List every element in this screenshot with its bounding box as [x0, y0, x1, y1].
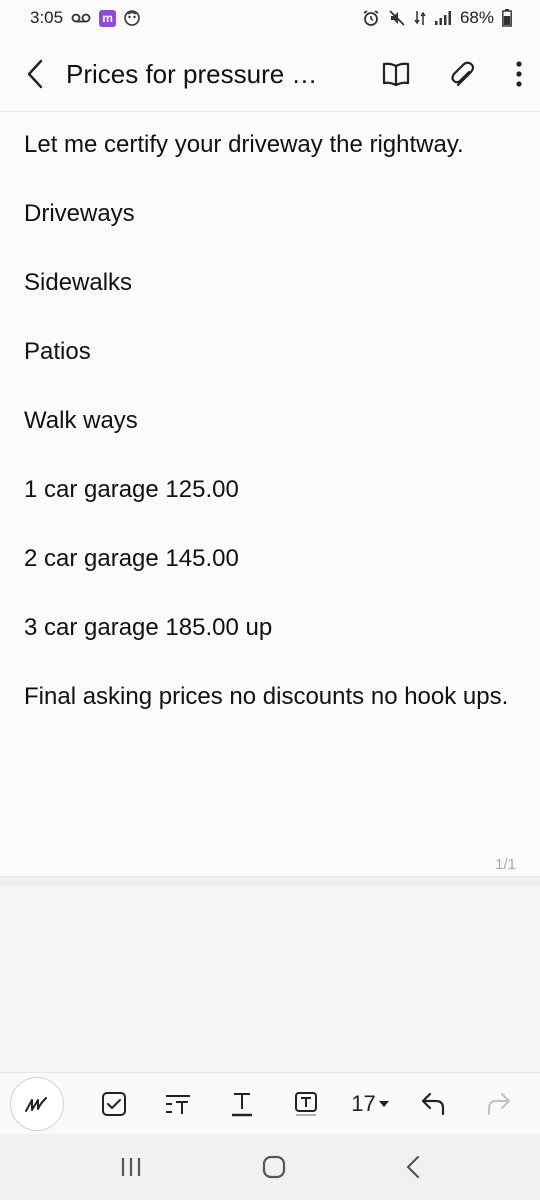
home-button[interactable]: [262, 1155, 286, 1179]
checkbox-button[interactable]: [82, 1091, 146, 1117]
attach-button[interactable]: [450, 60, 476, 88]
font-size-dropdown[interactable]: 17: [338, 1091, 402, 1117]
handwriting-button[interactable]: [10, 1076, 64, 1131]
battery-icon: [502, 9, 512, 27]
font-size-value: 17: [351, 1090, 376, 1116]
more-options-button[interactable]: [516, 61, 522, 87]
home-icon: [262, 1155, 286, 1179]
page-break: [0, 876, 540, 887]
text-style-icon: [166, 1094, 190, 1114]
redo-button[interactable]: [466, 1092, 530, 1116]
more-vert-icon: [516, 61, 522, 87]
recent-apps-button[interactable]: [120, 1156, 142, 1178]
pen-icon: [25, 1096, 47, 1112]
recent-apps-icon: [121, 1158, 141, 1176]
chevron-left-icon: [27, 59, 43, 89]
back-button[interactable]: [26, 59, 44, 89]
signal-icon: [434, 10, 452, 26]
toolbar-divider: [0, 111, 540, 112]
note-line: Sidewalks: [24, 269, 133, 296]
note-line: Driveways: [24, 200, 135, 227]
redo-icon: [487, 1092, 511, 1115]
app-notification-icon: m: [99, 9, 117, 27]
checkbox-icon: [102, 1091, 126, 1116]
undo-icon: [421, 1092, 445, 1115]
battery-percentage: 68%: [459, 8, 494, 27]
text-box-button[interactable]: [274, 1091, 338, 1117]
page-count: 1/1: [495, 856, 516, 873]
note-line: Let me certify your driveway the rightwa…: [24, 131, 464, 158]
voicemail-icon: [71, 12, 91, 24]
note-line: Walk ways: [24, 407, 138, 434]
mute-icon: [388, 9, 406, 27]
data-icon: [414, 9, 426, 27]
note-line: 1 car garage 125.00: [24, 476, 239, 503]
status-bar: 3:05 m 68%: [0, 0, 540, 36]
note-toolbar: Prices for pressure washing driveways: [0, 36, 540, 112]
paragraph-style-button[interactable]: [146, 1092, 210, 1116]
note-line: 3 car garage 185.00 up: [24, 614, 273, 641]
nav-back-button[interactable]: [406, 1155, 420, 1179]
status-time: 3:05: [30, 8, 64, 27]
note-line: 2 car garage 145.00: [24, 545, 239, 572]
text-format-button[interactable]: [210, 1091, 274, 1117]
text-format-icon: [232, 1092, 252, 1116]
caret-down-icon: [378, 1100, 389, 1107]
note-body[interactable]: Let me certify your driveway the rightwa…: [24, 128, 520, 749]
note-line: Patios: [24, 338, 91, 365]
face-notification-icon: [124, 10, 140, 26]
next-page-area[interactable]: [0, 887, 540, 1072]
book-icon: [382, 62, 410, 87]
system-nav-bar: [0, 1134, 540, 1200]
back-icon: [406, 1155, 420, 1179]
undo-button[interactable]: [402, 1092, 466, 1116]
format-toolbar: 17: [0, 1072, 540, 1134]
reading-mode-button[interactable]: [382, 61, 410, 87]
note-line: Final asking prices no discounts no hook…: [24, 683, 509, 710]
alarm-icon: [362, 9, 380, 27]
paperclip-icon: [451, 61, 475, 87]
text-box-icon: [295, 1091, 317, 1116]
note-title[interactable]: Prices for pressure washing driveways: [66, 59, 318, 90]
